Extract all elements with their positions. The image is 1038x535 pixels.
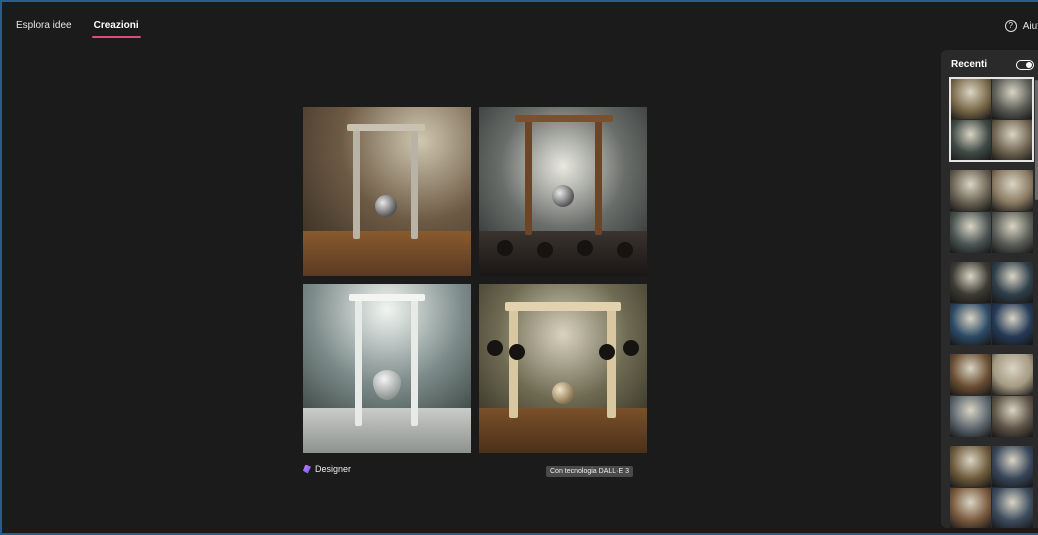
generated-image-3[interactable] xyxy=(303,284,471,453)
recent-thumbnail[interactable] xyxy=(950,354,991,395)
recent-group-4[interactable] xyxy=(950,354,1033,437)
recent-title: Recenti xyxy=(951,59,988,70)
image-floor xyxy=(303,408,471,453)
recent-thumbnail[interactable] xyxy=(992,262,1033,303)
recent-thumbnail[interactable] xyxy=(992,170,1033,211)
pendulum-bob xyxy=(552,185,574,207)
recent-panel: Recenti xyxy=(941,50,1038,528)
recent-thumbnail[interactable] xyxy=(950,488,991,528)
generated-image-1[interactable] xyxy=(303,107,471,276)
recent-group-3[interactable] xyxy=(950,262,1033,345)
recent-thumbnails xyxy=(949,77,1034,528)
frame-beam xyxy=(515,115,613,122)
generated-image-4[interactable] xyxy=(479,284,647,453)
recent-thumbnail[interactable] xyxy=(992,120,1033,161)
recent-thumbnail[interactable] xyxy=(992,78,1033,119)
help-button[interactable]: ? Aiut xyxy=(1004,20,1038,32)
image-floor xyxy=(303,231,471,276)
app-window: Esplora idee Creazioni ? Aiut xyxy=(0,0,1038,535)
question-circle-icon: ? xyxy=(1004,20,1017,32)
tab-creazioni[interactable]: Creazioni xyxy=(91,14,141,38)
frame-beam xyxy=(347,124,425,131)
designer-branding: Designer xyxy=(303,464,351,474)
recent-toggle[interactable] xyxy=(1016,59,1034,70)
generated-image-2[interactable] xyxy=(479,107,647,276)
frame-post xyxy=(353,127,360,239)
frame-beam xyxy=(505,302,621,311)
recent-thumbnail[interactable] xyxy=(950,78,991,119)
pendulum-bob xyxy=(375,195,397,217)
designer-logo-icon xyxy=(303,464,311,474)
recent-group-2[interactable] xyxy=(950,170,1033,253)
recent-thumbnail[interactable] xyxy=(992,304,1033,345)
pendulum-bob xyxy=(552,382,574,404)
recent-thumbnail[interactable] xyxy=(950,446,991,487)
frame-post xyxy=(411,127,418,239)
recent-thumbnail[interactable] xyxy=(950,212,991,253)
frame-post xyxy=(411,298,418,426)
pendulum-bob xyxy=(373,370,401,400)
image-floor xyxy=(479,408,647,453)
recent-thumbnail[interactable] xyxy=(992,446,1033,487)
recent-thumbnail[interactable] xyxy=(992,488,1033,528)
help-label: Aiut xyxy=(1022,20,1038,32)
top-nav: Esplora idee Creazioni xyxy=(14,14,141,44)
recent-thumbnail[interactable] xyxy=(950,262,991,303)
students xyxy=(479,340,647,370)
recent-thumbnail[interactable] xyxy=(950,170,991,211)
recent-thumbnail[interactable] xyxy=(950,304,991,345)
recent-thumbnail[interactable] xyxy=(992,354,1033,395)
frame-post xyxy=(525,117,532,235)
recent-thumbnail[interactable] xyxy=(992,396,1033,437)
recent-thumbnail[interactable] xyxy=(950,396,991,437)
designer-label: Designer xyxy=(315,464,352,474)
recent-panel-header: Recenti xyxy=(951,59,1034,70)
frame-post xyxy=(355,298,362,426)
recent-group-1[interactable] xyxy=(949,77,1034,162)
tab-esplora-idee[interactable]: Esplora idee xyxy=(14,14,74,38)
dalle-badge: Con tecnologia DALL·E 3 xyxy=(546,466,633,477)
recent-thumbnail[interactable] xyxy=(992,212,1033,253)
recent-thumbnail[interactable] xyxy=(950,120,991,161)
recent-group-5[interactable] xyxy=(950,446,1033,528)
image-grid xyxy=(303,107,647,453)
frame-post xyxy=(595,117,602,235)
frame-beam xyxy=(349,294,425,301)
students xyxy=(479,240,647,270)
